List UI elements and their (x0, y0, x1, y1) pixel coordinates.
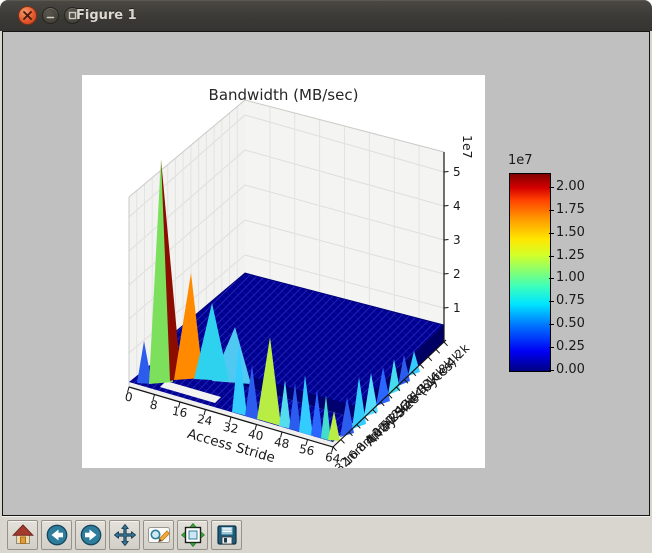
x-tick-label: 48 (273, 435, 290, 451)
magnifier-pencil-icon (147, 523, 171, 547)
window-controls (18, 0, 81, 31)
window-body: Bandwidth (MB/sec) (0, 31, 652, 553)
z-tick-label: 3 (453, 233, 461, 247)
arrow-right-icon (79, 523, 103, 547)
x-tick-label: 8 (149, 398, 159, 413)
home-icon (11, 523, 35, 547)
close-button[interactable] (18, 6, 37, 25)
back-button[interactable] (41, 520, 72, 550)
save-button[interactable] (211, 520, 242, 550)
colorbar (509, 173, 551, 372)
minimize-icon (46, 11, 55, 20)
surface-plot-3d[interactable]: 0 8 16 24 32 40 48 56 64 32m 16m 8m 4m 2… (82, 75, 485, 468)
z-scale-label: 1e7 (460, 135, 475, 159)
home-button[interactable] (7, 520, 38, 550)
x-tick-label: 56 (298, 442, 315, 458)
z-tick-labels: 1 2 3 4 5 (453, 165, 461, 315)
fit-frame-icon (181, 523, 205, 547)
x-tick-label: 40 (247, 427, 264, 443)
colorbar-tick-label: 0.25 (556, 339, 585, 355)
z-tick-label: 2 (453, 267, 461, 281)
pan-button[interactable] (109, 520, 140, 550)
subplots-button[interactable] (177, 520, 208, 550)
zoom-button[interactable] (143, 520, 174, 550)
colorbar-tick-label: 1.50 (556, 225, 585, 241)
window-titlebar[interactable]: Figure 1 (0, 0, 652, 32)
colorbar-tick-label: 1.25 (556, 248, 585, 264)
x-tick-label: 24 (196, 412, 213, 428)
colorbar-scale-label: 1e7 (508, 153, 533, 168)
arrow-left-icon (45, 523, 69, 547)
move-arrows-icon (113, 523, 137, 547)
z-tick-label: 4 (453, 199, 461, 213)
window-title: Figure 1 (76, 0, 137, 31)
colorbar-tick-label: 0.00 (556, 362, 585, 378)
colorbar-tick-label: 2.00 (556, 179, 585, 195)
colorbar-tick-label: 0.50 (556, 316, 585, 332)
z-tick-label: 1 (453, 301, 461, 315)
x-tick-label: 32 (222, 420, 239, 436)
navigation-toolbar (2, 516, 650, 553)
colorbar-tick-label: 0.75 (556, 293, 585, 309)
figure-window: Figure 1 Bandwidth (MB/sec) (0, 0, 652, 553)
x-tick-label: 16 (171, 404, 188, 420)
close-icon (23, 11, 32, 20)
figure-canvas: Bandwidth (MB/sec) (2, 31, 650, 516)
floppy-disk-icon (215, 523, 239, 547)
x-tick-label: 0 (124, 390, 134, 405)
minimize-button[interactable] (42, 7, 59, 24)
colorbar-tick-label: 1.00 (556, 270, 585, 286)
forward-button[interactable] (75, 520, 106, 550)
z-tick-label: 5 (453, 165, 461, 179)
colorbar-tick-label: 1.75 (556, 202, 585, 218)
